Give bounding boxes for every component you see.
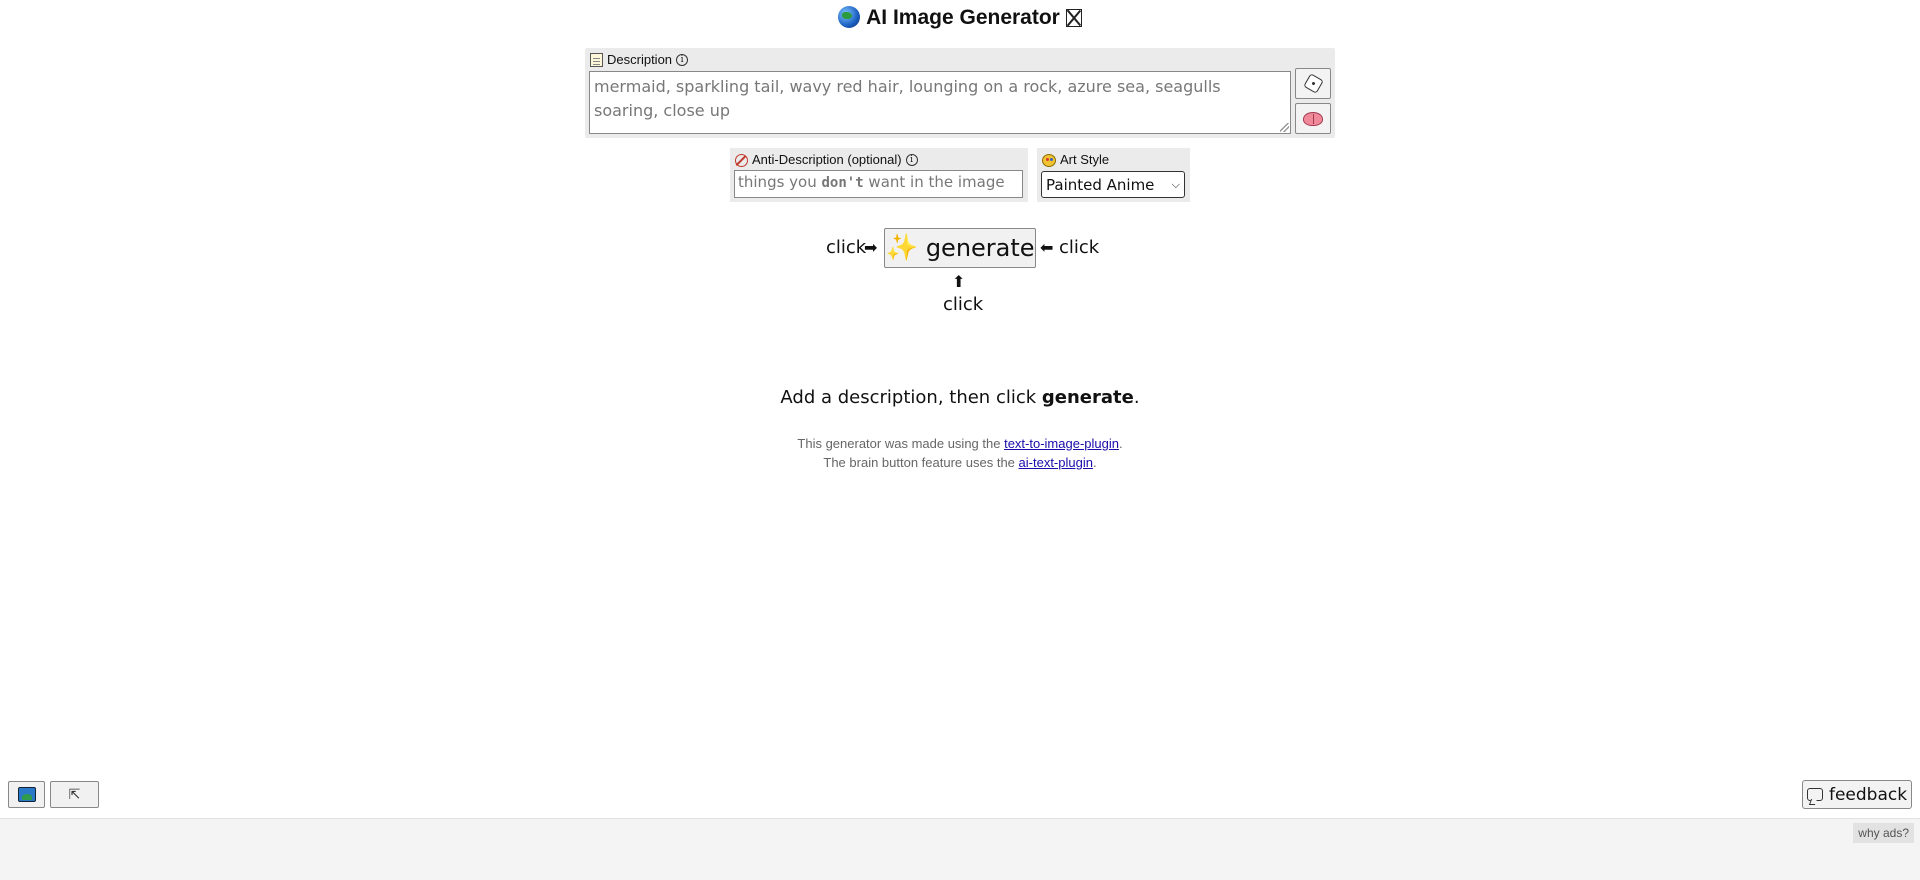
arrow-up-icon: ⬆: [952, 274, 966, 291]
credits-line1-suffix: .: [1118, 436, 1123, 451]
ai-text-plugin-link[interactable]: ai-text-plugin: [1019, 455, 1093, 470]
generate-button[interactable]: ✨ generate: [884, 228, 1036, 268]
description-panel: Description i mermaid, sparkling tail, w…: [585, 48, 1335, 138]
x-box-icon: [1065, 9, 1082, 27]
picture-icon: [17, 787, 36, 802]
credits-line-2: The brain button feature uses the ai-tex…: [0, 453, 1920, 472]
chat-bubble-icon: [1806, 788, 1823, 801]
hint-prefix: Add a description, then click: [780, 387, 1042, 408]
arrow-left-icon: ⬅: [1040, 240, 1054, 257]
credits: This generator was made using the text-t…: [0, 434, 1920, 472]
brain-button[interactable]: [1295, 103, 1331, 134]
chevron-down-icon: ⌵: [1171, 177, 1180, 191]
placeholder-prefix: things you: [738, 173, 822, 191]
instruction-text: Add a description, then click generate.: [0, 387, 1920, 408]
feedback-label: feedback: [1828, 784, 1908, 805]
globe-icon: [838, 6, 861, 28]
credits-line-1: This generator was made using the text-t…: [0, 434, 1920, 453]
expand-icon: ⇱: [68, 786, 81, 802]
why-ads-link[interactable]: why ads?: [1853, 823, 1914, 843]
resize-handle[interactable]: [1280, 123, 1289, 132]
placeholder-suffix: want in the image: [863, 173, 1005, 191]
placeholder-bold: don't: [821, 175, 864, 191]
prohibited-icon: [735, 153, 748, 167]
palette-icon: [1042, 153, 1056, 167]
notepad-icon: [590, 53, 603, 67]
page-title: AI Image Generator: [0, 4, 1920, 32]
anti-description-panel: Anti-Description (optional) i things you…: [730, 148, 1028, 202]
art-style-select[interactable]: Painted Anime ⌵: [1041, 171, 1185, 198]
anti-description-label: Anti-Description (optional): [752, 152, 902, 167]
hint-suffix: .: [1133, 387, 1140, 408]
generate-label: generate: [925, 234, 1035, 262]
hint-bold: generate: [1041, 387, 1134, 408]
credits-line1-prefix: This generator was made using the: [797, 436, 1005, 451]
description-textarea[interactable]: mermaid, sparkling tail, wavy red hair, …: [589, 71, 1291, 134]
brain-icon: [1303, 111, 1323, 126]
art-style-panel: Art Style Painted Anime ⌵: [1037, 148, 1190, 202]
description-label-row: Description i: [585, 48, 1335, 68]
click-hint-below: click: [943, 294, 984, 315]
art-style-label: Art Style: [1060, 152, 1110, 167]
ad-strip: why ads?: [0, 818, 1920, 880]
art-style-selected: Painted Anime: [1046, 175, 1155, 194]
arrow-right-icon: ➡: [864, 240, 878, 257]
sparkle-icon: ✨: [885, 233, 918, 263]
credits-line2-suffix: .: [1092, 455, 1097, 470]
text-to-image-plugin-link[interactable]: text-to-image-plugin: [1004, 436, 1119, 451]
info-icon[interactable]: i: [905, 154, 918, 166]
info-icon[interactable]: i: [676, 54, 689, 66]
credits-line2-prefix: The brain button feature uses the: [823, 455, 1019, 470]
expand-button[interactable]: ⇱: [50, 781, 99, 808]
click-hint-left: click: [826, 237, 867, 258]
feedback-button[interactable]: feedback: [1802, 780, 1912, 809]
page-title-text: AI Image Generator: [866, 6, 1060, 29]
click-hint-right: click: [1059, 237, 1100, 258]
dice-icon: [1302, 73, 1324, 94]
art-style-label-row: Art Style: [1037, 148, 1190, 168]
gallery-button[interactable]: [8, 781, 45, 808]
random-description-button[interactable]: [1295, 68, 1331, 99]
anti-description-label-row: Anti-Description (optional) i: [730, 148, 1028, 168]
anti-description-input[interactable]: things you don't want in the image: [734, 170, 1023, 198]
description-label: Description: [607, 52, 673, 67]
